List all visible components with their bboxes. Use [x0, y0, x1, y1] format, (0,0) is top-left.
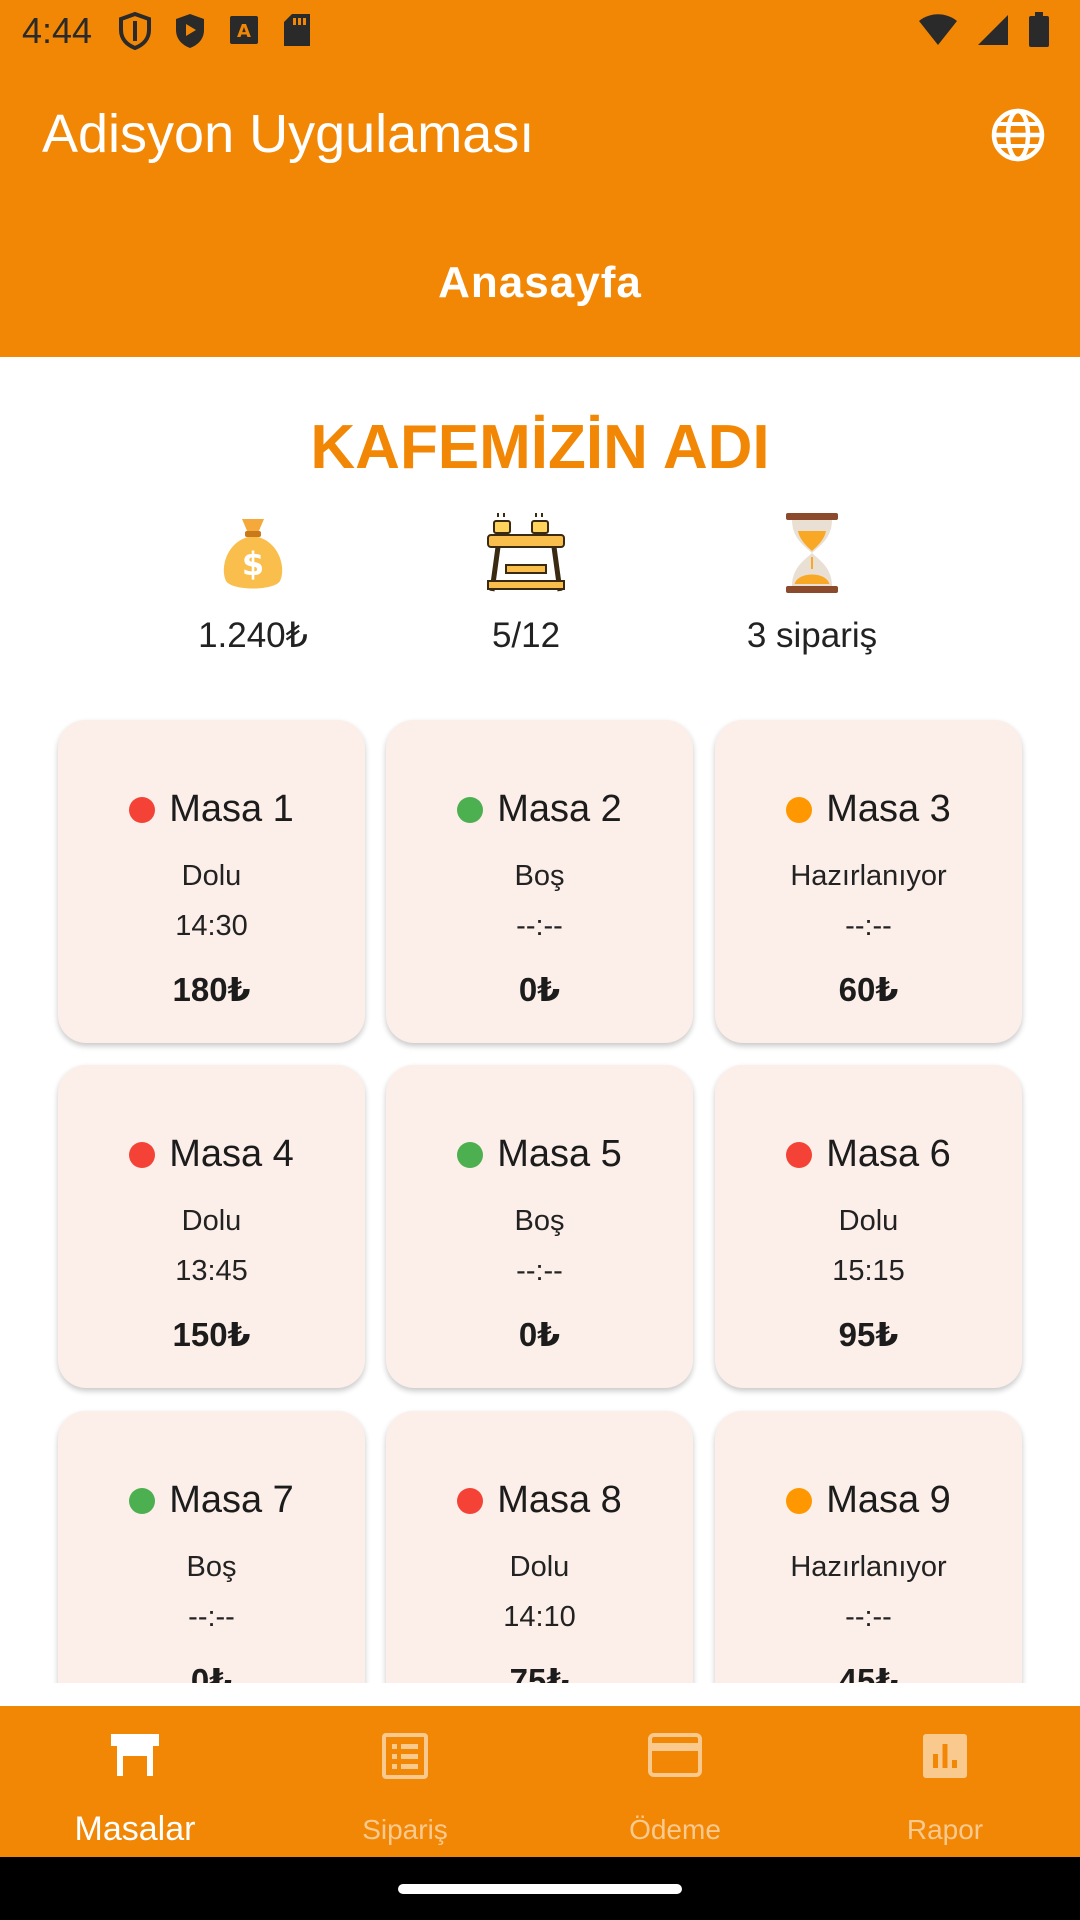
table-status: Hazırlanıyor	[790, 1551, 947, 1583]
tables-value: 5/12	[491, 616, 561, 655]
status-dot	[457, 796, 484, 823]
table-time: --:--	[188, 1601, 235, 1633]
tables-grid: Masa 1 Dolu 14:30 180₺ Masa 2 Boş --:-- …	[0, 700, 1080, 1683]
battery-icon	[1029, 12, 1049, 47]
table-time: 14:10	[503, 1601, 576, 1633]
status-dot	[786, 1487, 813, 1514]
stat-revenue: $ 1.240₺	[133, 512, 373, 656]
list-icon	[382, 1733, 428, 1779]
bar-chart-icon	[923, 1734, 967, 1778]
table-time: --:--	[516, 910, 563, 942]
table-amount: 180₺	[172, 971, 251, 1008]
table-card[interactable]: Masa 8 Dolu 14:10 75₺	[386, 1411, 693, 1683]
table-status: Boş	[186, 1551, 237, 1583]
table-name: Masa 9	[826, 1479, 951, 1521]
table-name: Masa 4	[169, 1133, 294, 1175]
stats-row: $ 1.240₺ 5/12 3 sipariş	[0, 512, 1080, 655]
table-name: Masa 5	[497, 1133, 622, 1175]
table-status: Hazırlanıyor	[790, 860, 947, 892]
table-time: --:--	[845, 910, 892, 942]
table-time: 14:30	[175, 910, 248, 942]
hourglass-icon	[786, 513, 838, 593]
table-time: 15:15	[832, 1255, 905, 1287]
status-bar: 4:44 A	[0, 0, 1080, 63]
nav-tab-siparis[interactable]: Sipariş	[270, 1706, 540, 1857]
nav-tab-odeme[interactable]: Ödeme	[540, 1706, 810, 1857]
stat-orders: 3 sipariş	[692, 512, 932, 656]
table-status: Boş	[514, 1205, 565, 1237]
nav-tab-masalar[interactable]: Masalar	[0, 1706, 270, 1857]
nav-label: Sipariş	[362, 1814, 448, 1845]
notification-icons: A	[118, 12, 312, 50]
table-amount: 150₺	[172, 1316, 251, 1353]
nav-label: Ödeme	[629, 1814, 721, 1845]
table-name: Masa 8	[497, 1479, 622, 1521]
table-amount: 0₺	[190, 1662, 233, 1683]
table-status: Dolu	[509, 1551, 570, 1583]
table-card[interactable]: Masa 2 Boş --:-- 0₺	[386, 720, 693, 1043]
status-time: 4:44	[22, 10, 93, 51]
status-dot	[786, 1141, 813, 1168]
nav-label: Rapor	[906, 1814, 984, 1845]
table-name: Masa 2	[497, 788, 622, 830]
table-card[interactable]: Masa 4 Dolu 13:45 150₺	[58, 1065, 365, 1388]
stat-tables: 5/12	[406, 512, 646, 656]
table-status: Dolu	[838, 1205, 899, 1237]
table-amount: 0₺	[518, 1316, 561, 1353]
table-name: Masa 3	[826, 788, 951, 830]
table-icon	[111, 1734, 159, 1776]
cafe-name: KAFEMİZİN ADI	[310, 413, 770, 482]
table-card[interactable]: Masa 5 Boş --:-- 0₺	[386, 1065, 693, 1388]
credit-card-icon	[648, 1733, 702, 1777]
app-bar: Adisyon Uygulaması Anasayfa	[0, 63, 1080, 357]
table-time: --:--	[845, 1601, 892, 1633]
language-button[interactable]	[990, 107, 1046, 163]
app-a-icon: A	[230, 16, 258, 44]
table-time: --:--	[516, 1255, 563, 1287]
table-status: Dolu	[181, 1205, 242, 1237]
table-amount: 0₺	[518, 971, 561, 1008]
status-dot	[129, 1487, 156, 1514]
table-name: Masa 6	[826, 1133, 951, 1175]
table-card[interactable]: Masa 9 Hazırlanıyor --:-- 45₺	[715, 1411, 1022, 1683]
table-amount: 95₺	[838, 1316, 899, 1353]
status-dot	[786, 796, 813, 823]
shield-icon	[119, 12, 151, 50]
status-dot	[129, 1141, 156, 1168]
orders-value: 3 sipariş	[746, 616, 878, 655]
table-card[interactable]: Masa 7 Boş --:-- 0₺	[58, 1411, 365, 1683]
play-protect-icon	[176, 14, 204, 48]
cafe-table-icon	[487, 513, 565, 592]
home-gesture-bar[interactable]	[398, 1884, 682, 1894]
table-status: Dolu	[181, 860, 242, 892]
svg-text:$: $	[242, 545, 264, 583]
table-status: Boş	[514, 860, 565, 892]
status-dot	[457, 1141, 484, 1168]
status-dot	[129, 796, 156, 823]
page-heading: Anasayfa	[438, 258, 642, 307]
bottom-nav: Masalar Sipariş Ödeme Rapor	[0, 1706, 1080, 1857]
nav-label: Masalar	[74, 1810, 196, 1848]
table-time: 13:45	[175, 1255, 248, 1287]
table-amount: 60₺	[838, 971, 899, 1008]
table-amount: 75₺	[509, 1662, 570, 1683]
nav-tab-rapor[interactable]: Rapor	[810, 1706, 1080, 1857]
money-bag-icon: $	[223, 519, 283, 589]
sd-card-icon	[284, 14, 310, 46]
svg-text:A: A	[237, 21, 251, 42]
table-amount: 45₺	[838, 1662, 899, 1683]
wifi-icon	[919, 14, 957, 45]
table-name: Masa 7	[169, 1479, 294, 1521]
globe-icon	[991, 108, 1045, 162]
signal-icon	[978, 15, 1008, 45]
table-card[interactable]: Masa 1 Dolu 14:30 180₺	[58, 720, 365, 1043]
system-status-icons	[918, 12, 1050, 48]
table-name: Masa 1	[169, 788, 294, 830]
revenue-value: 1.240₺	[198, 616, 308, 655]
gesture-area	[0, 1857, 1080, 1920]
table-card[interactable]: Masa 6 Dolu 15:15 95₺	[715, 1065, 1022, 1388]
app-title: Adisyon Uygulaması	[42, 104, 535, 164]
status-dot	[457, 1487, 484, 1514]
table-card[interactable]: Masa 3 Hazırlanıyor --:-- 60₺	[715, 720, 1022, 1043]
